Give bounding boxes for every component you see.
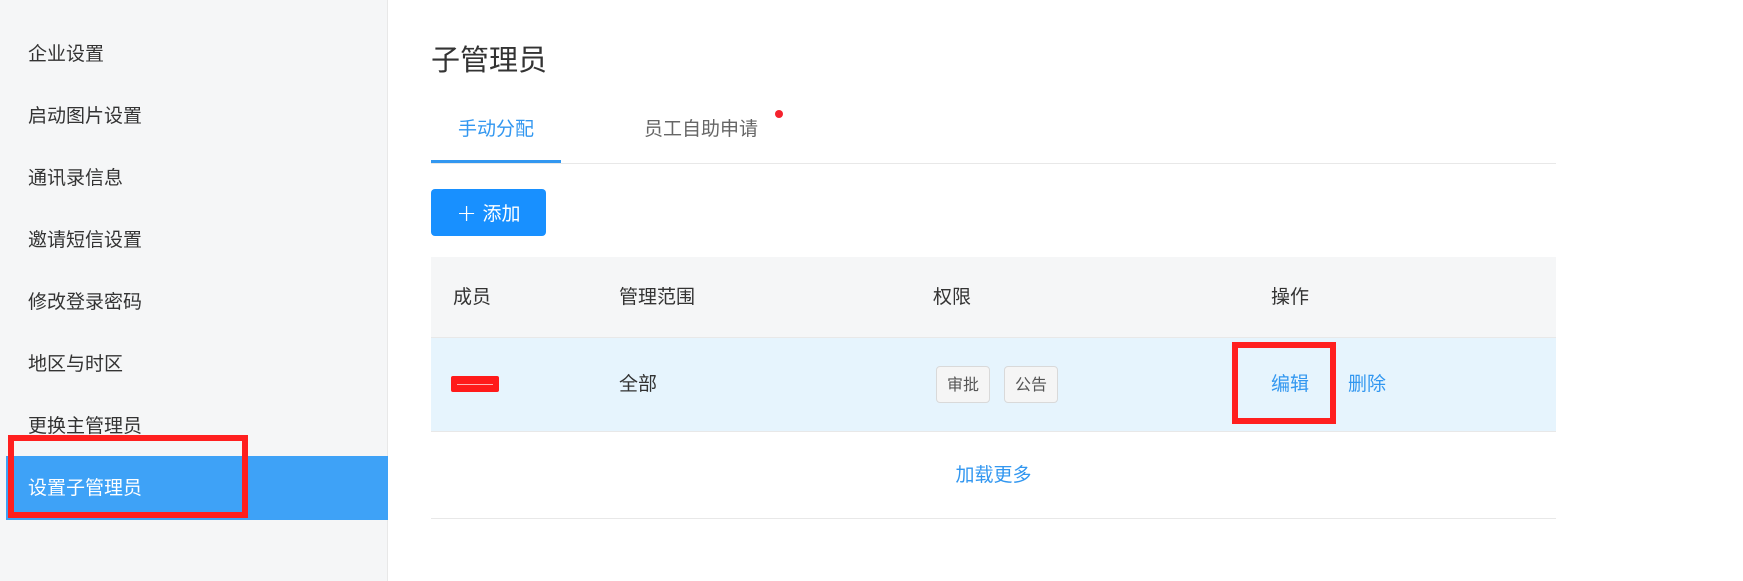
- tab-label: 员工自助申请: [643, 118, 758, 140]
- column-header-member: 成员: [453, 286, 492, 308]
- sub-admin-table: 成员 管理范围 权限 操作 全部 审批 公告 编辑 删除 加载更多: [431, 257, 1556, 519]
- column-header-actions: 操作: [1271, 286, 1310, 308]
- tab-label: 手动分配: [457, 118, 534, 140]
- settings-sidebar: 企业设置 启动图片设置 通讯录信息 邀请短信设置 修改登录密码 地区与时区 更换…: [0, 0, 388, 581]
- sidebar-item-label: 更换主管理员: [28, 415, 143, 437]
- sidebar-item-change-main-admin[interactable]: 更换主管理员: [0, 394, 388, 458]
- sidebar-item-region-timezone[interactable]: 地区与时区: [0, 332, 388, 396]
- sidebar-item-label: 企业设置: [28, 43, 105, 65]
- delete-link[interactable]: 删除: [1348, 338, 1386, 431]
- sidebar-item-label: 修改登录密码: [28, 291, 143, 313]
- table-header: 成员 管理范围 权限 操作: [431, 257, 1556, 338]
- sidebar-item-company-settings[interactable]: 企业设置: [0, 22, 388, 86]
- sidebar-item-set-sub-admin[interactable]: 设置子管理员: [6, 456, 388, 520]
- sidebar-item-splash-image[interactable]: 启动图片设置: [0, 84, 388, 148]
- sidebar-item-label: 邀请短信设置: [28, 229, 143, 251]
- tab-employee-self-apply[interactable]: 员工自助申请: [611, 100, 791, 163]
- edit-link[interactable]: 编辑: [1271, 338, 1309, 431]
- permission-tag-announcement: 公告: [1004, 366, 1059, 403]
- load-more-link[interactable]: 加载更多: [431, 432, 1556, 519]
- column-header-permissions: 权限: [933, 286, 972, 308]
- sidebar-item-label: 设置子管理员: [28, 477, 143, 499]
- sidebar-item-contacts-info[interactable]: 通讯录信息: [0, 146, 388, 210]
- scope-cell: 全部: [619, 373, 658, 395]
- permission-tag-approval: 审批: [936, 366, 991, 403]
- add-button[interactable]: + 添加: [431, 189, 546, 236]
- main-content: 子管理员 手动分配 员工自助申请 + 添加 成员 管理范围 权限 操作 全部 审…: [388, 0, 1743, 581]
- sidebar-item-label: 通讯录信息: [28, 167, 124, 189]
- page-title: 子管理员: [431, 43, 548, 77]
- sidebar-item-label: 启动图片设置: [28, 105, 143, 127]
- plus-icon: +: [456, 198, 477, 227]
- add-button-label: 添加: [482, 203, 521, 225]
- sidebar-item-change-password[interactable]: 修改登录密码: [0, 270, 388, 334]
- sidebar-item-invite-sms[interactable]: 邀请短信设置: [0, 208, 388, 272]
- table-row: 全部 审批 公告 编辑 删除: [431, 338, 1556, 432]
- notification-dot-icon: [775, 110, 783, 118]
- redacted-member-name: [451, 376, 499, 392]
- column-header-scope: 管理范围: [619, 286, 696, 308]
- tab-bar: 手动分配 员工自助申请: [431, 100, 1556, 164]
- sidebar-item-label: 地区与时区: [28, 353, 124, 375]
- tab-manual-assign[interactable]: 手动分配: [431, 100, 561, 163]
